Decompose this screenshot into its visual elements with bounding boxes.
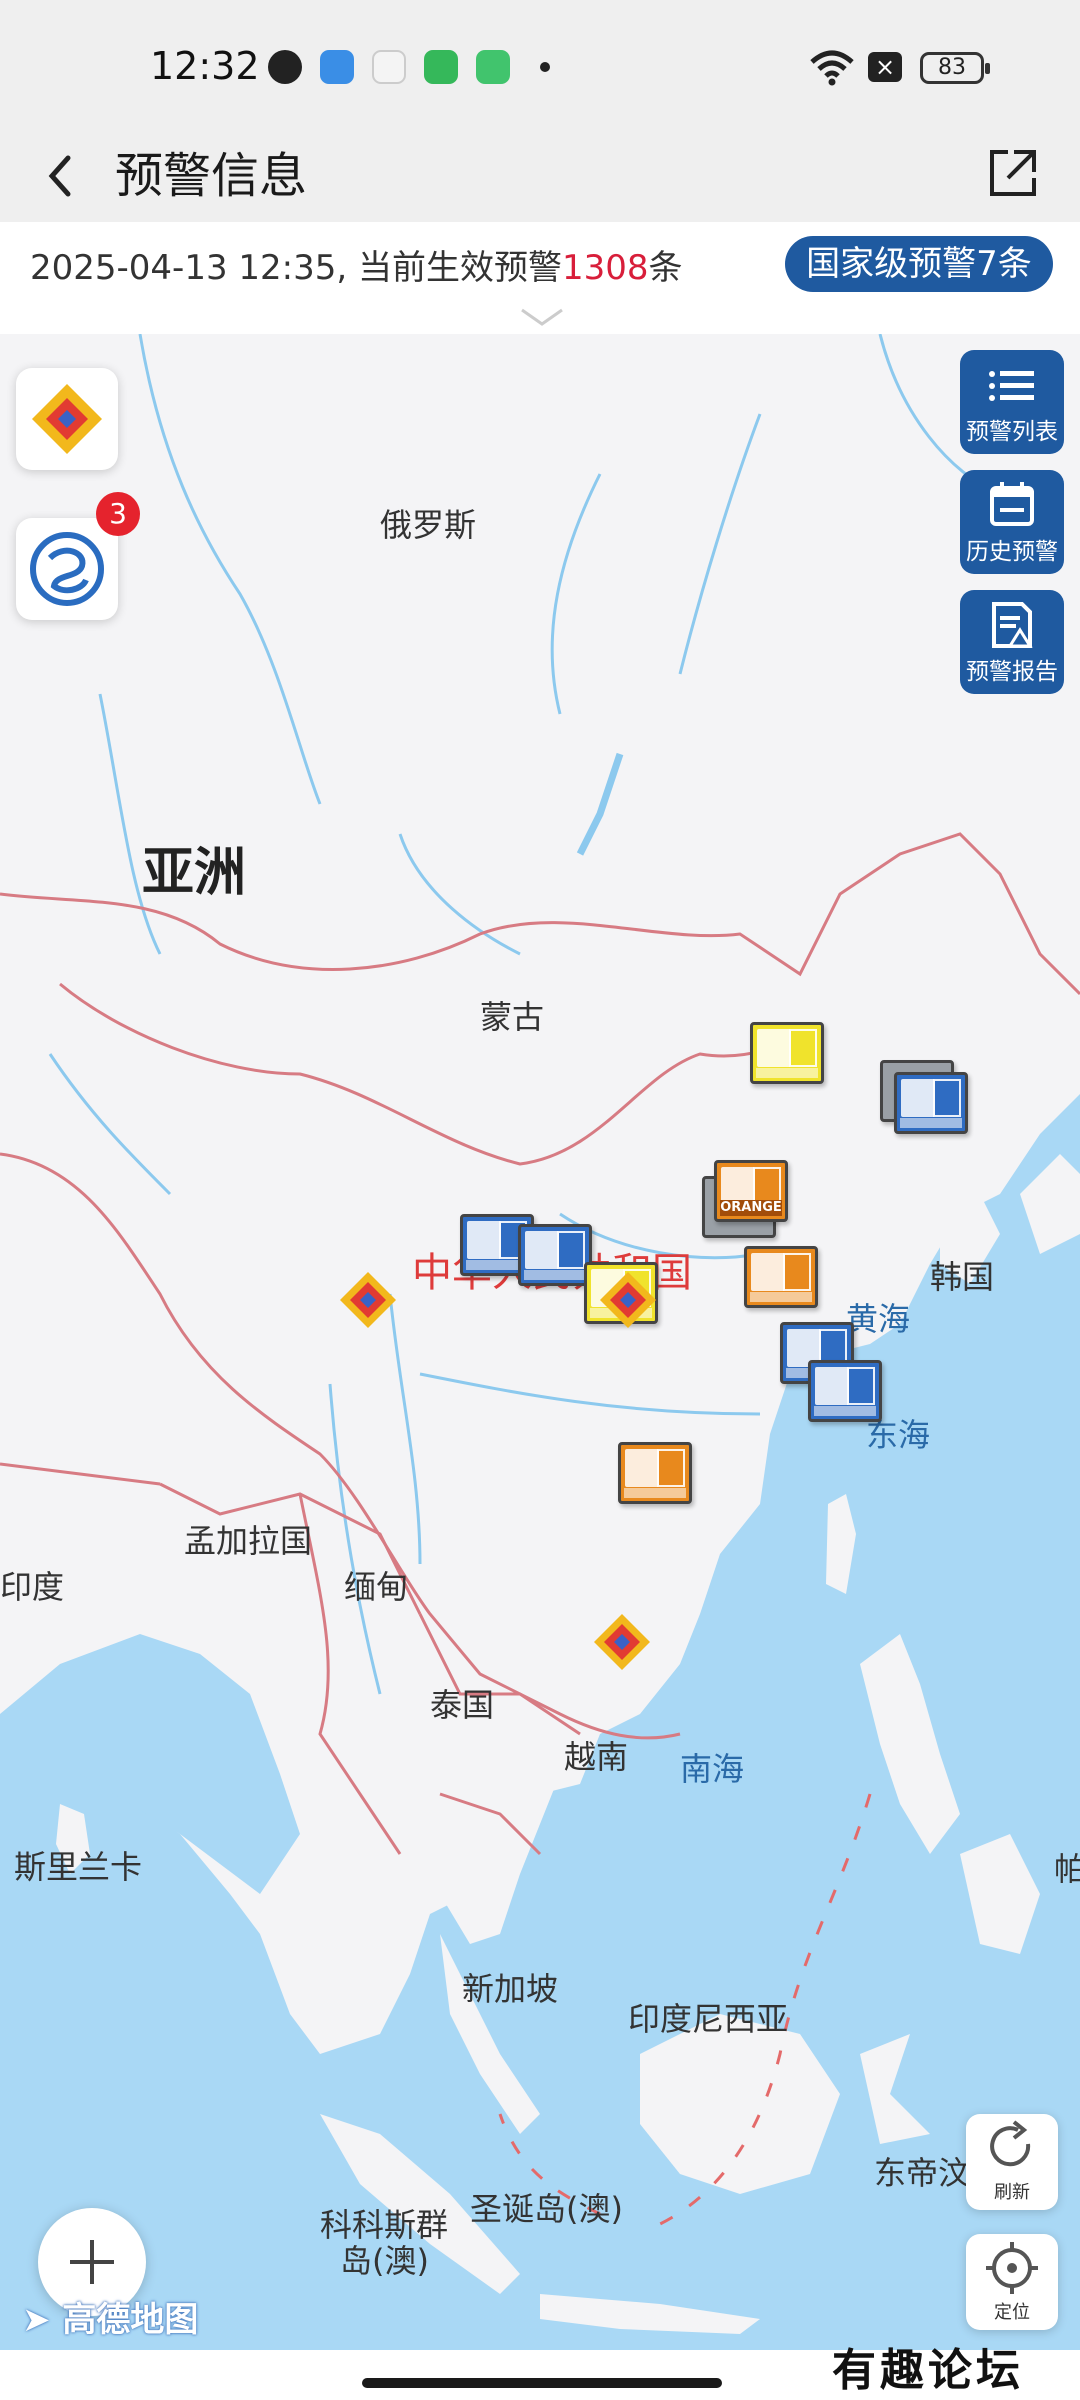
map-label-myanmar: 缅甸 (344, 1568, 409, 1606)
warning-marker-snowstorm[interactable] (894, 1072, 968, 1134)
map-label-indonesia: 印度尼西亚 (628, 2000, 789, 2038)
provider-logo-marker[interactable] (590, 1610, 654, 1674)
app-notif-icon-1 (268, 50, 302, 84)
map-label-south-sea: 南海 (680, 1750, 745, 1788)
warning-marker-fire[interactable]: ORANGE (714, 1160, 788, 1222)
active-warning-count: 1308 (562, 248, 649, 288)
status-bar: 12:32 × 83 (0, 0, 1080, 130)
emergency-logo-icon (32, 384, 102, 454)
refresh-button[interactable]: 刷新 (966, 2114, 1058, 2210)
map-label-vietnam: 越南 (564, 1738, 629, 1776)
warning-report-label: 预警报告 (966, 659, 1058, 685)
map-label-yellow-sea: 黄海 (846, 1300, 911, 1338)
warning-list-button[interactable]: 预警列表 (960, 350, 1064, 454)
summary-datetime: 2025-04-13 12:35, 当前生效预警 (30, 248, 562, 288)
app-notif-icon-3 (372, 50, 406, 84)
app-notif-icon-5 (476, 50, 510, 84)
warning-report-button[interactable]: 预警报告 (960, 590, 1064, 694)
map-label-india: 印度 (0, 1568, 65, 1606)
share-icon[interactable] (978, 138, 1048, 208)
list-icon (989, 371, 1034, 401)
provider-logo-marker[interactable] (336, 1268, 400, 1332)
map-label-thailand: 泰国 (430, 1686, 495, 1724)
weather-logo-icon (30, 532, 104, 606)
refresh-label: 刷新 (994, 2182, 1030, 2203)
map-label-bangladesh: 孟加拉国 (184, 1522, 313, 1560)
report-icon (992, 602, 1033, 648)
warning-marker-gale[interactable] (750, 1022, 824, 1084)
battery-level: 83 (938, 55, 966, 80)
map-label-sri-lanka: 斯里兰卡 (14, 1848, 143, 1886)
weather-service-button[interactable] (16, 518, 118, 620)
app-notif-icon-2 (320, 50, 354, 84)
locate-icon (986, 2242, 1038, 2294)
refresh-icon (990, 2120, 1031, 2167)
warning-marker-sea-gale[interactable] (744, 1246, 818, 1308)
back-arrow-icon[interactable] (36, 130, 96, 222)
map-label-asia: 亚洲 (142, 843, 247, 903)
summary-suffix: 条 (648, 248, 683, 288)
status-time: 12:32 (150, 44, 260, 88)
provider-logo-marker[interactable] (596, 1268, 660, 1332)
battery-icon: 83 (920, 52, 990, 84)
map-label-korea: 韩国 (930, 1258, 995, 1296)
warning-summary-text: 2025-04-13 12:35, 当前生效预警1308条 (30, 240, 683, 289)
history-warning-label: 历史预警 (966, 539, 1058, 565)
watermark: 有趣论坛 (832, 2345, 1024, 2396)
app-header: 预警信息 (0, 130, 1080, 222)
fire-marker-label: ORANGE (720, 1200, 782, 1216)
national-warning-button[interactable]: 国家级预警7条 (785, 236, 1053, 292)
warning-marker-gale-west[interactable] (518, 1224, 592, 1286)
app-notif-icon-4 (424, 50, 458, 84)
locate-button[interactable]: 定位 (966, 2234, 1058, 2330)
page-title: 预警信息 (115, 148, 308, 204)
warning-marker-haze[interactable] (618, 1442, 692, 1504)
notification-badge: 3 (96, 492, 140, 536)
warning-summary-bar: 2025-04-13 12:35, 当前生效预警1308条 国家级预警7条 (0, 222, 1080, 334)
amap-logo: ➤ 高德地图 (22, 2292, 198, 2341)
warning-marker-gale-east-2[interactable] (808, 1360, 882, 1422)
warning-map[interactable]: 俄罗斯 亚洲 蒙古 中华人民共和国 韩国 黄海 东海 孟加拉国 缅甸 印度 泰国… (0, 334, 1080, 2350)
map-label-east-timor: 东帝汶 (874, 2154, 971, 2192)
map-label-russia: 俄罗斯 (380, 506, 477, 544)
map-label-pa: 帕 (1054, 1850, 1080, 1888)
warning-list-label: 预警列表 (966, 419, 1058, 445)
amap-logo-arrow-icon: ➤ (22, 2300, 51, 2340)
map-label-mongolia: 蒙古 (480, 998, 545, 1036)
more-notifications-dot (540, 62, 550, 72)
home-indicator[interactable] (362, 2378, 722, 2388)
history-warning-button[interactable]: 历史预警 (960, 470, 1064, 574)
map-label-christmas-island: 圣诞岛(澳) (470, 2190, 623, 2228)
map-basemap (0, 334, 1080, 2350)
wifi-icon (810, 50, 854, 86)
locate-label: 定位 (994, 2302, 1030, 2323)
chevron-down-icon[interactable] (518, 306, 566, 328)
amap-logo-text: 高德地图 (62, 2300, 199, 2340)
sim-off-icon: × (868, 52, 902, 82)
emergency-logo-button[interactable] (16, 368, 118, 470)
map-label-cocos-2: 岛(澳) (340, 2242, 429, 2280)
calendar-icon (990, 482, 1034, 526)
map-label-singapore: 新加坡 (462, 1970, 559, 2008)
